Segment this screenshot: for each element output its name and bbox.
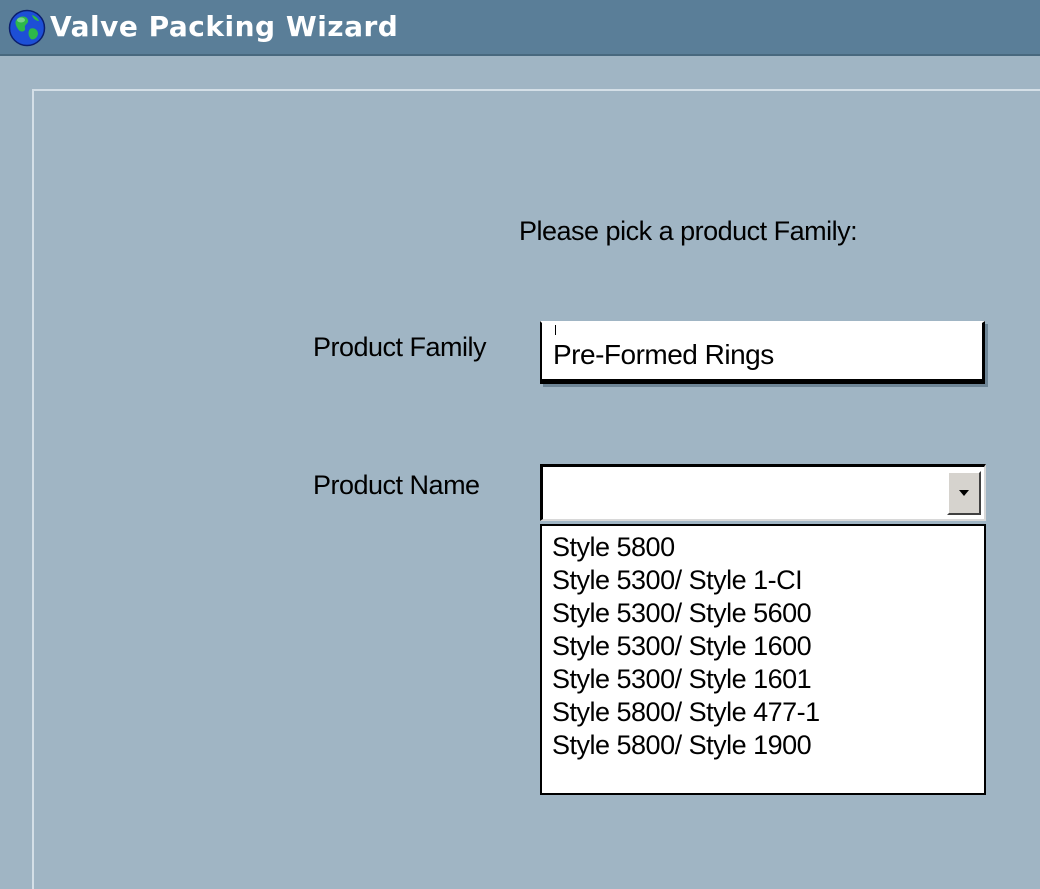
list-item[interactable]: Style 5300/ Style 1601 bbox=[542, 663, 984, 696]
list-item[interactable]: Style 5300/ Style 5600 bbox=[542, 597, 984, 630]
product-name-combobox[interactable] bbox=[540, 464, 986, 521]
product-family-field[interactable]: Pre-Formed Rings bbox=[540, 321, 985, 384]
title-bar: Valve Packing Wizard bbox=[0, 0, 1040, 56]
product-family-value: Pre-Formed Rings bbox=[553, 339, 774, 370]
instruction-text: Please pick a product Family: bbox=[519, 216, 858, 246]
product-name-label: Product Name bbox=[313, 470, 480, 500]
dropdown-button[interactable] bbox=[947, 471, 981, 515]
list-item[interactable]: Style 5800/ Style 477-1 bbox=[542, 696, 984, 729]
text-caret bbox=[555, 325, 556, 335]
window-title: Valve Packing Wizard bbox=[50, 10, 399, 43]
product-name-dropdown-list[interactable]: Style 5800 Style 5300/ Style 1-CI Style … bbox=[540, 524, 986, 795]
list-item[interactable]: Style 5800 bbox=[542, 531, 984, 564]
list-item[interactable]: Style 5800/ Style 1900 bbox=[542, 729, 984, 762]
product-family-label: Product Family bbox=[313, 332, 487, 362]
globe-icon bbox=[8, 9, 46, 47]
list-item[interactable]: Style 5300/ Style 1600 bbox=[542, 630, 984, 663]
list-item[interactable]: Style 5300/ Style 1-CI bbox=[542, 564, 984, 597]
product-name-input[interactable] bbox=[543, 467, 941, 519]
chevron-down-icon bbox=[959, 490, 969, 496]
